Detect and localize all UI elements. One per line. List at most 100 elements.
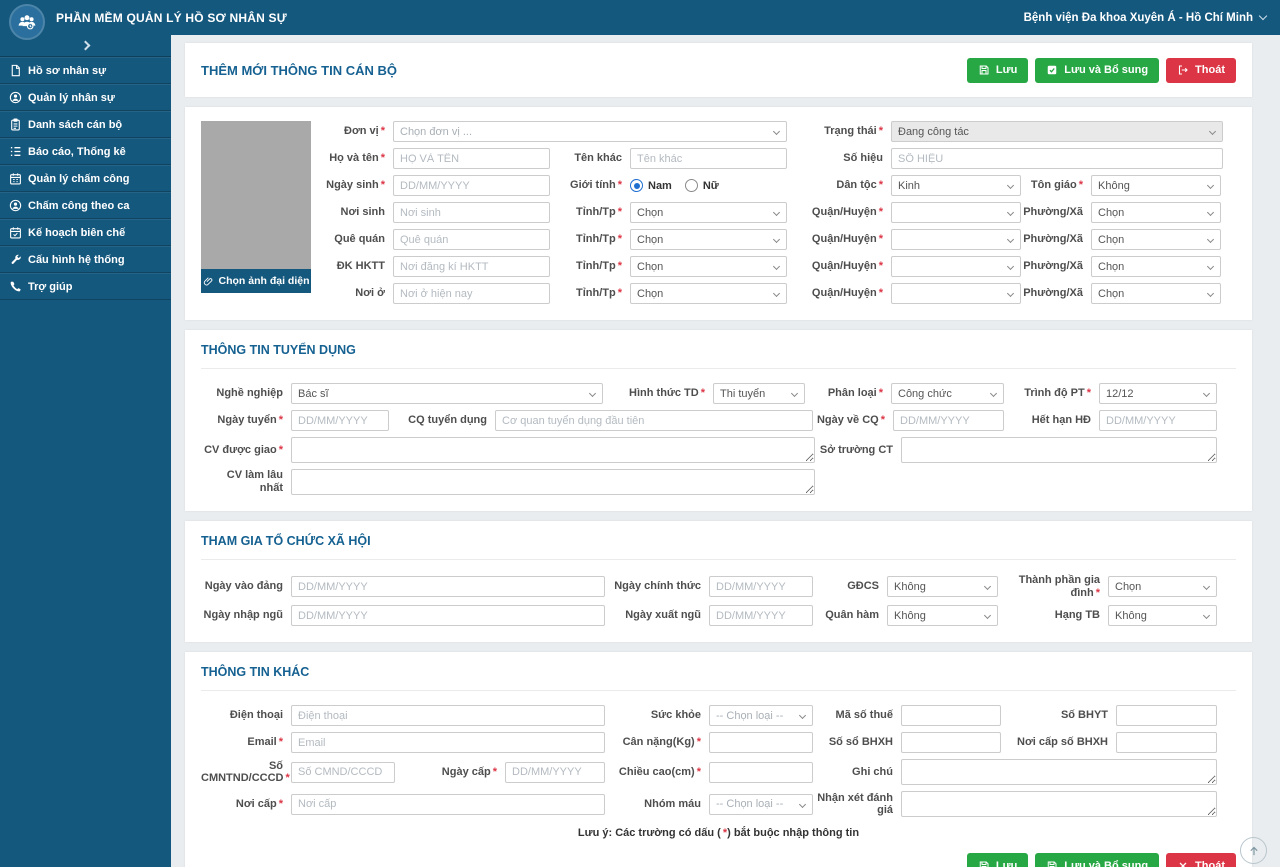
required-mark: * xyxy=(617,206,622,219)
sidebar-item-cham-cong-theo-ca[interactable]: Chấm công theo ca xyxy=(0,192,171,219)
sidebar-item-label: Báo cáo, Thống kê xyxy=(28,145,126,158)
dan-toc-select[interactable]: Kinh xyxy=(891,175,1021,196)
email-input[interactable] xyxy=(291,732,605,754)
chieu-cao-input[interactable] xyxy=(709,761,813,783)
dk-hktt-tinh-tp-select[interactable]: Chọn xyxy=(630,256,787,277)
required-mark: * xyxy=(278,414,283,427)
noi-o-input[interactable] xyxy=(393,283,550,304)
noi-sinh-tinh-tp-select[interactable]: Chọn xyxy=(630,202,787,223)
noi-sinh-phuong-xa-select[interactable]: Chọn xyxy=(1091,202,1221,223)
cv-lam-lau-nhat-textarea[interactable] xyxy=(291,469,815,495)
so-truong-ct-textarea[interactable] xyxy=(901,437,1217,463)
arrow-up-icon xyxy=(1249,846,1258,855)
save-and-add-button-bottom[interactable]: Lưu và Bổ sung xyxy=(1035,853,1160,867)
chevron-down-icon xyxy=(790,389,799,398)
het-han-hd-input[interactable] xyxy=(1099,410,1217,431)
required-mark: * xyxy=(278,443,283,456)
ngay-chinh-thuc-input[interactable] xyxy=(709,576,813,598)
noi-sinh-quan-huyen-select[interactable] xyxy=(891,202,1021,223)
required-mark: * xyxy=(285,772,290,785)
can-nang-input[interactable] xyxy=(709,732,813,754)
ghi-chu-textarea[interactable] xyxy=(901,759,1217,786)
field-label: Tỉnh/Tp * xyxy=(576,260,622,273)
noi-sinh-input[interactable] xyxy=(393,202,550,223)
que-quan-tinh-tp-select[interactable]: Chọn xyxy=(630,229,787,250)
ton-giao-select[interactable]: Không xyxy=(1091,175,1221,196)
save-button-top[interactable]: Lưu xyxy=(966,57,1029,83)
paperclip-icon xyxy=(203,276,212,285)
chevron-down-icon xyxy=(772,289,781,298)
ngay-vao-dang-input[interactable] xyxy=(291,576,605,598)
hang-tb-select[interactable]: Không xyxy=(1108,605,1217,627)
cv-duoc-giao-textarea[interactable] xyxy=(291,437,815,463)
app-logo-icon xyxy=(9,4,45,40)
ten-khac-input[interactable] xyxy=(630,148,787,169)
sidebar-item-ho-so-nhan-su[interactable]: Hồ sơ nhân sự xyxy=(0,57,171,84)
sidebar-item-quan-ly-cham-cong[interactable]: Quản lý chấm công xyxy=(0,165,171,192)
avatar-column: Chọn ảnh đại diện xyxy=(201,121,311,304)
chevron-down-icon xyxy=(989,389,998,398)
required-mark: * xyxy=(1095,586,1100,599)
quan-ham-select[interactable]: Không xyxy=(887,605,998,627)
nhan-xet-danh-gia-textarea[interactable] xyxy=(901,791,1217,818)
noi-cap-so-bhxh-input[interactable] xyxy=(1116,732,1217,754)
que-quan-phuong-xa-select[interactable]: Chọn xyxy=(1091,229,1221,250)
don-vi-select[interactable]: Chọn đơn vị ... xyxy=(393,121,787,142)
sidebar-item-tro-giup[interactable]: Trợ giúp xyxy=(0,273,171,300)
field-label: Quận/Huyện * xyxy=(811,260,883,273)
noi-o-phuong-xa-select[interactable]: Chọn xyxy=(1091,283,1221,304)
dk-hktt-input[interactable] xyxy=(393,256,550,277)
ho-ten-input[interactable] xyxy=(393,148,550,169)
ngay-ve-cq-input[interactable] xyxy=(893,410,1004,431)
thanh-phan-gia-dinh-select[interactable]: Chọn xyxy=(1108,576,1217,598)
scroll-to-top-button[interactable] xyxy=(1240,837,1267,864)
ngay-xuat-ngu-input[interactable] xyxy=(709,605,813,627)
save-button-bottom[interactable]: Lưu xyxy=(966,853,1029,867)
phan-loai-select[interactable]: Công chức xyxy=(891,383,1004,404)
gdcs-select[interactable]: Không xyxy=(887,576,998,598)
suc-khoe-select[interactable]: -- Chọn loại -- xyxy=(709,705,813,727)
ngay-tuyen-input[interactable] xyxy=(291,410,389,431)
field-label: Cân nặng(Kg) * xyxy=(622,736,701,749)
ngay-nhap-ngu-input[interactable] xyxy=(291,605,605,627)
que-quan-quan-huyen-select[interactable] xyxy=(891,229,1021,250)
nghe-nghiep-select[interactable]: Bác sĩ xyxy=(291,383,603,404)
so-bhyt-input[interactable] xyxy=(1116,705,1217,727)
ngay-cap-input[interactable] xyxy=(505,761,605,783)
sidebar-item-bao-cao-thong-ke[interactable]: Báo cáo, Thống kê xyxy=(0,138,171,165)
gender-radio-nam[interactable] xyxy=(630,179,643,192)
exit-button-bottom[interactable]: Thoát xyxy=(1166,853,1236,867)
exit-button-top[interactable]: Thoát xyxy=(1166,57,1236,83)
so-so-bhxh-input[interactable] xyxy=(901,732,1001,754)
ma-so-thue-input[interactable] xyxy=(901,705,1001,727)
org-selector[interactable]: Bệnh viện Đa khoa Xuyên Á - Hồ Chí Minh xyxy=(1024,12,1268,24)
dien-thoai-input[interactable] xyxy=(291,705,605,727)
ngay-sinh-input[interactable] xyxy=(393,175,550,196)
field-label: Hình thức TD * xyxy=(629,387,705,400)
hinh-thuc-td-select[interactable]: Thi tuyển xyxy=(713,383,805,404)
cq-tuyen-dung-input[interactable] xyxy=(495,410,813,431)
dk-hktt-quan-huyen-select[interactable] xyxy=(891,256,1021,277)
sidebar-item-ke-hoach-bien-che[interactable]: Kế hoạch biên chế xyxy=(0,219,171,246)
sidebar-item-cau-hinh-he-thong[interactable]: Cấu hình hệ thống xyxy=(0,246,171,273)
que-quan-input[interactable] xyxy=(393,229,550,250)
required-mark: * xyxy=(1086,387,1091,400)
noi-cap-input[interactable] xyxy=(291,793,605,815)
field-label: Phường/Xã xyxy=(1023,233,1083,246)
noi-o-quan-huyen-select[interactable] xyxy=(891,283,1021,304)
trinh-do-pt-select[interactable]: 12/12 xyxy=(1099,383,1217,404)
trang-thai-select[interactable]: Đang công tác xyxy=(891,121,1223,142)
so-cmnd-cccd-input[interactable] xyxy=(291,761,395,783)
gender-radio-nu[interactable] xyxy=(684,179,698,192)
save-and-add-button-top[interactable]: Lưu và Bổ sung xyxy=(1035,57,1160,83)
sidebar-item-quan-ly-nhan-su[interactable]: Quản lý nhân sự xyxy=(0,84,171,111)
sidebar-item-danh-sach-can-bo[interactable]: Danh sách cán bộ xyxy=(0,111,171,138)
nhom-mau-select[interactable]: -- Chọn loại -- xyxy=(709,793,813,815)
field-label: Ngày về CQ * xyxy=(816,414,885,427)
choose-avatar-button[interactable]: Chọn ảnh đại diện xyxy=(201,269,311,293)
chevron-down-icon xyxy=(798,712,807,720)
field-label: Điện thoại xyxy=(229,709,283,722)
so-hieu-input[interactable] xyxy=(891,148,1223,169)
dk-hktt-phuong-xa-select[interactable]: Chọn xyxy=(1091,256,1221,277)
noi-o-tinh-tp-select[interactable]: Chọn xyxy=(630,283,787,304)
